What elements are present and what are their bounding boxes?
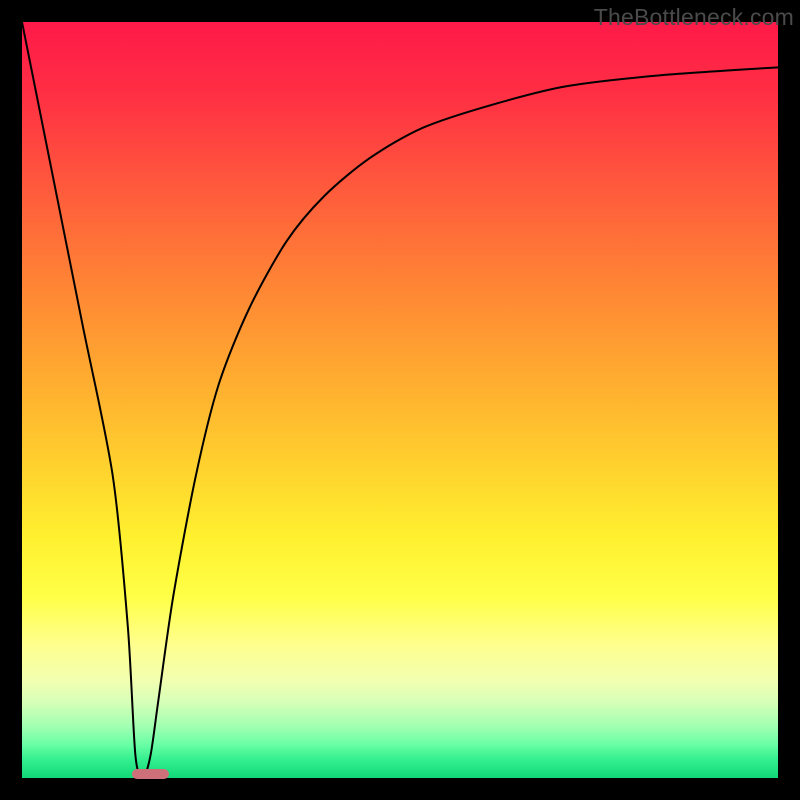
- plot-area: [22, 22, 778, 778]
- chart-frame: TheBottleneck.com: [0, 0, 800, 800]
- bottleneck-curve: [22, 22, 778, 778]
- optimal-range-marker: [132, 769, 170, 779]
